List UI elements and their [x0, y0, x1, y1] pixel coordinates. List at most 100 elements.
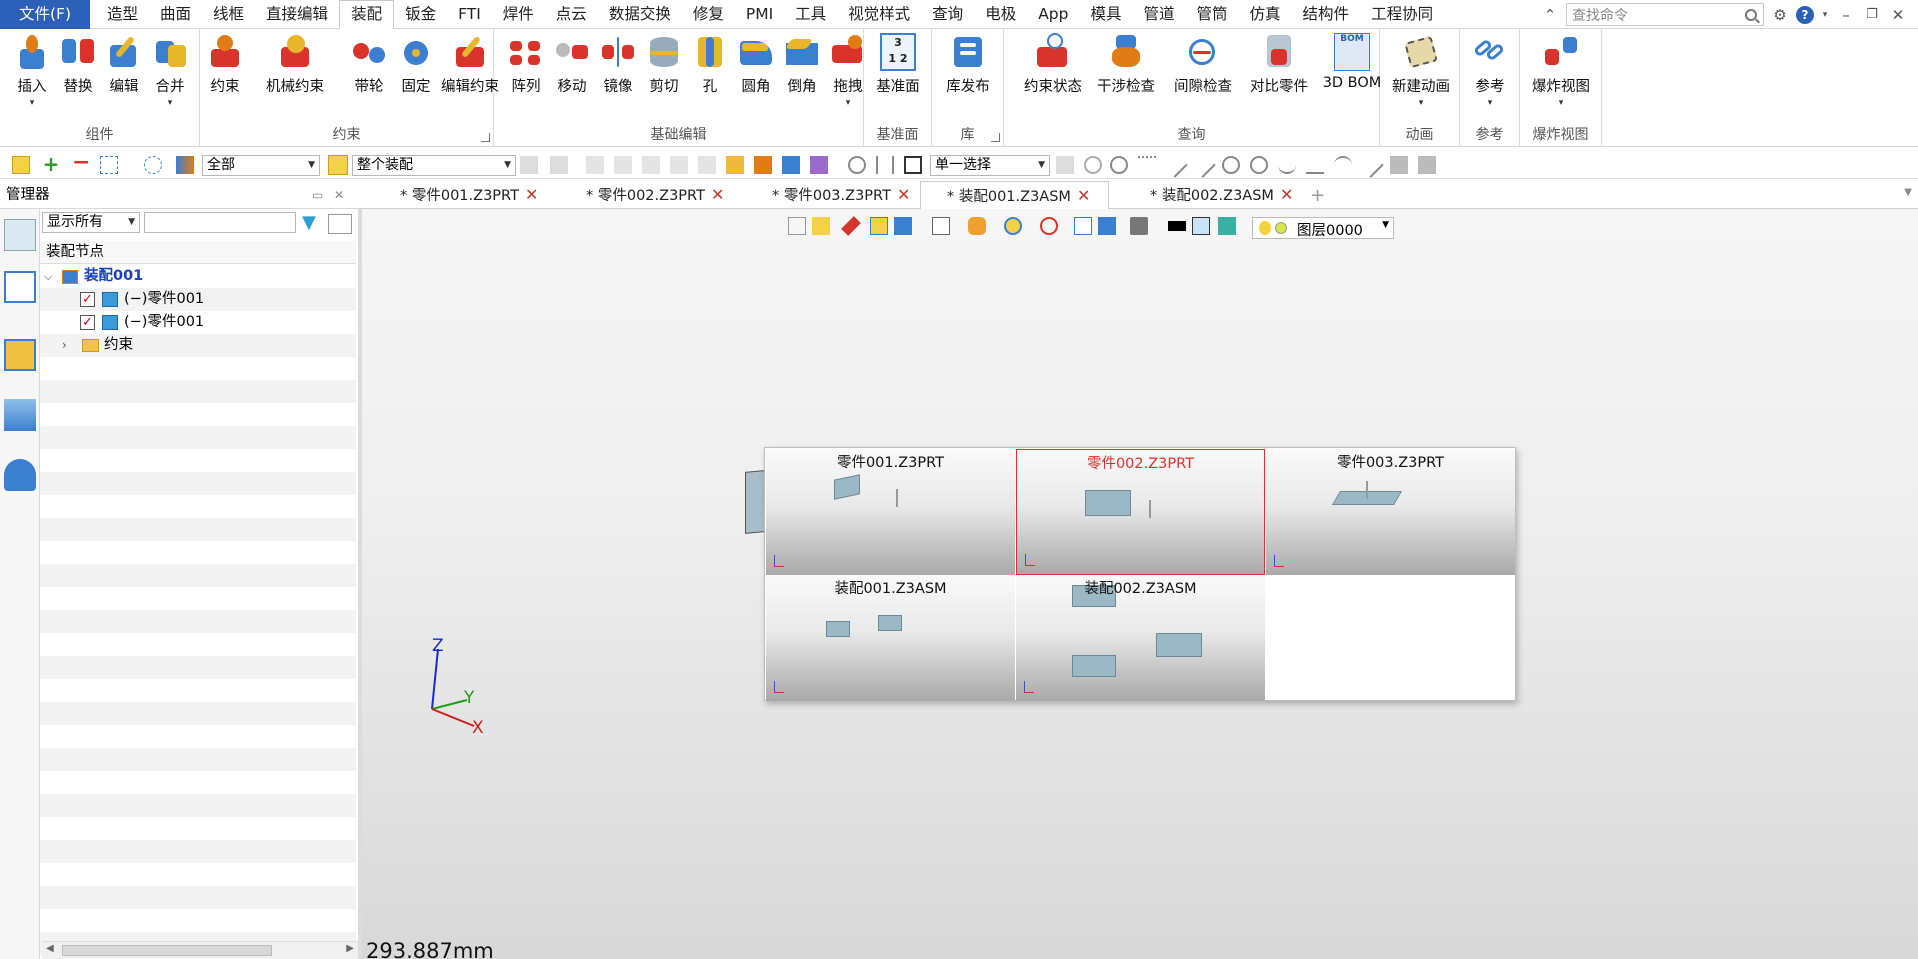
- render-mode-icon[interactable]: [812, 217, 830, 235]
- gear-pick-icon[interactable]: [1084, 156, 1102, 174]
- library-launcher-icon[interactable]: [991, 133, 1000, 142]
- scroll-left-icon[interactable]: ◀: [46, 943, 54, 954]
- menu-item-collaboration[interactable]: 工程协同: [1360, 0, 1444, 29]
- tab-assembly001[interactable]: * 装配001.Z3ASM ✕: [920, 181, 1110, 210]
- menu-item-data-exchange[interactable]: 数据交换: [598, 0, 682, 29]
- compare-part-button[interactable]: 对比零件: [1248, 33, 1310, 96]
- merge-dropdown-icon[interactable]: ▾: [147, 98, 193, 108]
- spline-icon[interactable]: [1358, 152, 1384, 178]
- menu-item-tools[interactable]: 工具: [784, 0, 837, 29]
- line-icon-2[interactable]: [1190, 152, 1216, 178]
- menu-item-point-cloud[interactable]: 点云: [545, 0, 598, 29]
- box-select-icon[interactable]: [100, 156, 118, 174]
- datum-plane-button[interactable]: 31 2 基准面: [875, 33, 921, 96]
- panel-pin-icon[interactable]: ▭: [312, 181, 323, 209]
- select-mode-combo[interactable]: 单一选择 ▼: [930, 155, 1050, 176]
- tab-close-icon[interactable]: ✕: [1280, 185, 1293, 204]
- menu-item-sheet-metal[interactable]: 钣金: [394, 0, 447, 29]
- component-filter-icon[interactable]: [782, 156, 800, 174]
- play-icon[interactable]: [1110, 156, 1128, 174]
- constraint-button[interactable]: 约束: [200, 33, 250, 96]
- pan-icon[interactable]: [876, 156, 894, 174]
- tree-search-input[interactable]: [144, 212, 296, 233]
- reference-button[interactable]: 参考 ▾: [1467, 33, 1513, 108]
- thumb-part002[interactable]: 零件002.Z3PRT: [1016, 449, 1265, 575]
- library-publish-button[interactable]: 库发布: [945, 33, 991, 96]
- menu-item-direct-edit[interactable]: 直接编辑: [255, 0, 339, 29]
- menu-item-mold[interactable]: 模具: [1079, 0, 1132, 29]
- scrollbar-thumb[interactable]: [62, 945, 272, 956]
- folder-filter-icon[interactable]: [726, 156, 744, 174]
- assembly-scope-icon[interactable]: [328, 155, 348, 175]
- zoom-fit-icon[interactable]: [1004, 217, 1022, 235]
- tree-root-row[interactable]: ⌵ 装配001: [40, 265, 356, 288]
- tab-part003[interactable]: * 零件003.Z3PRT ✕: [772, 181, 910, 209]
- scope-combo[interactable]: 整个装配 ▼: [352, 155, 516, 176]
- curve-icon-1[interactable]: [1278, 156, 1296, 174]
- thumb-assembly002[interactable]: 装配002.Z3ASM: [1016, 575, 1265, 701]
- menu-item-simulation[interactable]: 仿真: [1239, 0, 1292, 29]
- tab-part002[interactable]: * 零件002.Z3PRT ✕: [586, 181, 724, 209]
- snap-icon-1[interactable]: [520, 156, 538, 174]
- layer-combo[interactable]: 图层0000 ▼: [1252, 217, 1394, 239]
- filter-combo[interactable]: 全部 ▼: [202, 155, 320, 176]
- add-tab-icon[interactable]: +: [1310, 185, 1325, 206]
- graphics-viewport[interactable]: 图层0000 ▼ 零件001.Z3PRT 零件002.Z3PRT 零件003.Z…: [362, 209, 1918, 959]
- display-mode-combo[interactable]: 显示所有 ▼: [42, 212, 140, 233]
- surface-icon-2[interactable]: [1418, 156, 1436, 174]
- visibility-checkbox[interactable]: ✓: [80, 315, 95, 330]
- menu-item-repair[interactable]: 修复: [682, 0, 735, 29]
- new-animation-button[interactable]: 新建动画 ▾: [1388, 33, 1454, 108]
- funnel-icon[interactable]: ▼: [302, 214, 322, 233]
- add-icon[interactable]: +: [42, 154, 60, 174]
- close-icon[interactable]: ✕: [1888, 5, 1908, 25]
- tab-close-icon[interactable]: ✕: [897, 185, 910, 204]
- frame-icon[interactable]: [1074, 217, 1092, 235]
- pick-arrow-icon[interactable]: [12, 156, 30, 174]
- minimize-icon[interactable]: –: [1836, 5, 1856, 25]
- points-icon[interactable]: [1138, 156, 1156, 174]
- image-view-icon[interactable]: [4, 399, 36, 431]
- user-icon[interactable]: [4, 459, 36, 491]
- interference-check-button[interactable]: 干涉检查: [1096, 33, 1156, 96]
- cursor-icon[interactable]: [1056, 156, 1074, 174]
- pointer-icon[interactable]: [698, 156, 716, 174]
- reference-dropdown-icon[interactable]: ▾: [1467, 98, 1513, 108]
- scroll-right-icon[interactable]: ▶: [346, 943, 354, 954]
- black-swatch[interactable]: [1168, 221, 1186, 231]
- menu-item-tubing[interactable]: 管筒: [1186, 0, 1239, 29]
- lasso-select-icon[interactable]: [144, 156, 162, 174]
- tree-options-icon[interactable]: [328, 214, 352, 234]
- feature-filter-icon[interactable]: [810, 156, 828, 174]
- layer-stack-icon[interactable]: [1218, 217, 1236, 235]
- new-animation-dropdown-icon[interactable]: ▾: [1388, 98, 1454, 108]
- tab-close-icon[interactable]: ✕: [711, 185, 724, 204]
- explode-view-button[interactable]: 爆炸视图 ▾: [1530, 33, 1592, 108]
- stop-icon[interactable]: [904, 156, 922, 174]
- thumb-part003[interactable]: 零件003.Z3PRT: [1266, 449, 1515, 575]
- align-icon-4[interactable]: [670, 156, 688, 174]
- menu-item-app[interactable]: App: [1027, 0, 1079, 29]
- tab-close-icon[interactable]: ✕: [525, 185, 538, 204]
- menu-item-structure[interactable]: 结构件: [1292, 0, 1361, 29]
- menu-item-assembly[interactable]: 装配: [339, 0, 395, 29]
- view-orient-icon[interactable]: [1098, 217, 1116, 235]
- wire-cube-icon[interactable]: [932, 217, 950, 235]
- tab-overflow-icon[interactable]: ▼: [1904, 187, 1912, 198]
- filter-icon[interactable]: [176, 156, 194, 174]
- menu-item-modeling[interactable]: 造型: [96, 0, 149, 29]
- constraint-status-button[interactable]: 约束状态: [1024, 33, 1082, 96]
- snap-icon-2[interactable]: [550, 156, 568, 174]
- restore-icon[interactable]: ❐: [1862, 5, 1882, 25]
- menu-item-weldment[interactable]: 焊件: [492, 0, 545, 29]
- curve-icon-2[interactable]: [1306, 156, 1324, 174]
- menu-item-query[interactable]: 查询: [921, 0, 974, 29]
- display-icon[interactable]: [1130, 217, 1148, 235]
- circle-icon-2[interactable]: [1250, 156, 1268, 174]
- chevron-down-icon[interactable]: ⌵: [44, 265, 52, 288]
- 3d-bom-button[interactable]: BOM 3D BOM: [1323, 33, 1381, 91]
- help-icon[interactable]: ?: [1796, 5, 1814, 24]
- search-icon[interactable]: [1745, 8, 1757, 21]
- tree-horizontal-scrollbar[interactable]: ◀ ▶: [42, 941, 358, 959]
- align-icon-1[interactable]: [586, 156, 604, 174]
